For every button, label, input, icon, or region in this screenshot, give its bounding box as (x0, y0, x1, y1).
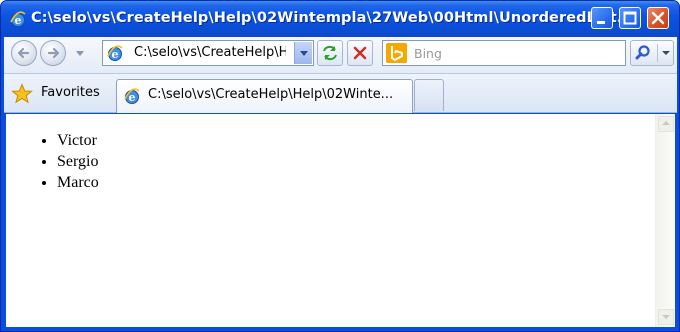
forward-arrow-icon (47, 47, 60, 59)
minimize-button[interactable] (591, 7, 613, 29)
ie-page-icon: e (107, 45, 123, 61)
stop-icon (353, 46, 367, 60)
search-icon (635, 45, 650, 60)
page-content: Victor Sergio Marco (6, 114, 675, 327)
ie-icon: e (10, 11, 26, 27)
maximize-icon (623, 11, 637, 25)
address-input[interactable]: C:\selo\vs\CreateHelp\Help\02Wintempla\2… (134, 45, 286, 60)
vertical-scrollbar[interactable] (655, 114, 675, 327)
refresh-icon (323, 45, 337, 61)
list-item: Victor (57, 130, 99, 151)
favorites-button[interactable]: Favorites (9, 79, 109, 107)
refresh-button[interactable] (317, 40, 343, 66)
browser-window: e C:\selo\vs\CreateHelp\Help\02Wintempla… (0, 0, 680, 332)
tab-label: C:\selo\vs\CreateHelp\Help\02Winte... (148, 87, 394, 102)
navigation-bar: e C:\selo\vs\CreateHelp\Help\02Wintempla… (4, 37, 677, 74)
search-box[interactable]: Bing (382, 40, 626, 66)
list-item: Marco (57, 172, 99, 193)
search-options-dropdown-icon[interactable] (662, 51, 670, 55)
ie-tab-icon: e (124, 88, 140, 104)
favorites-star-icon (11, 83, 33, 104)
favorites-label: Favorites (41, 85, 100, 100)
close-icon (651, 11, 665, 25)
recent-pages-dropdown-icon[interactable] (76, 51, 84, 56)
back-button[interactable] (11, 40, 37, 66)
bing-icon (386, 43, 407, 63)
title-bar[interactable]: e C:\selo\vs\CreateHelp\Help\02Wintempla… (1, 1, 679, 37)
window-title: C:\selo\vs\CreateHelp\Help\02Wintempla\2… (31, 10, 640, 26)
back-arrow-icon (17, 47, 30, 59)
window-bottom-border (1, 327, 679, 331)
search-button[interactable] (630, 40, 674, 66)
search-separator (657, 44, 658, 62)
new-tab-button[interactable] (414, 79, 444, 111)
search-input[interactable]: Bing (414, 46, 442, 61)
list-item: Sergio (57, 151, 99, 172)
stop-button[interactable] (347, 40, 373, 66)
minimize-icon (597, 21, 605, 24)
favorites-bar: Favorites e C:\selo\vs\CreateHelp\Help\0… (4, 74, 677, 113)
close-button[interactable] (647, 7, 669, 29)
maximize-button[interactable] (619, 7, 641, 29)
scroll-up-button[interactable] (658, 116, 674, 132)
address-dropdown-button[interactable] (294, 42, 312, 64)
forward-button[interactable] (40, 40, 66, 66)
address-bar[interactable]: e C:\selo\vs\CreateHelp\Help\02Wintempla… (102, 40, 314, 66)
tab-current-page[interactable]: e C:\selo\vs\CreateHelp\Help\02Winte... (116, 79, 413, 113)
scroll-down-button[interactable] (658, 309, 674, 325)
unordered-list: Victor Sergio Marco (22, 130, 99, 193)
